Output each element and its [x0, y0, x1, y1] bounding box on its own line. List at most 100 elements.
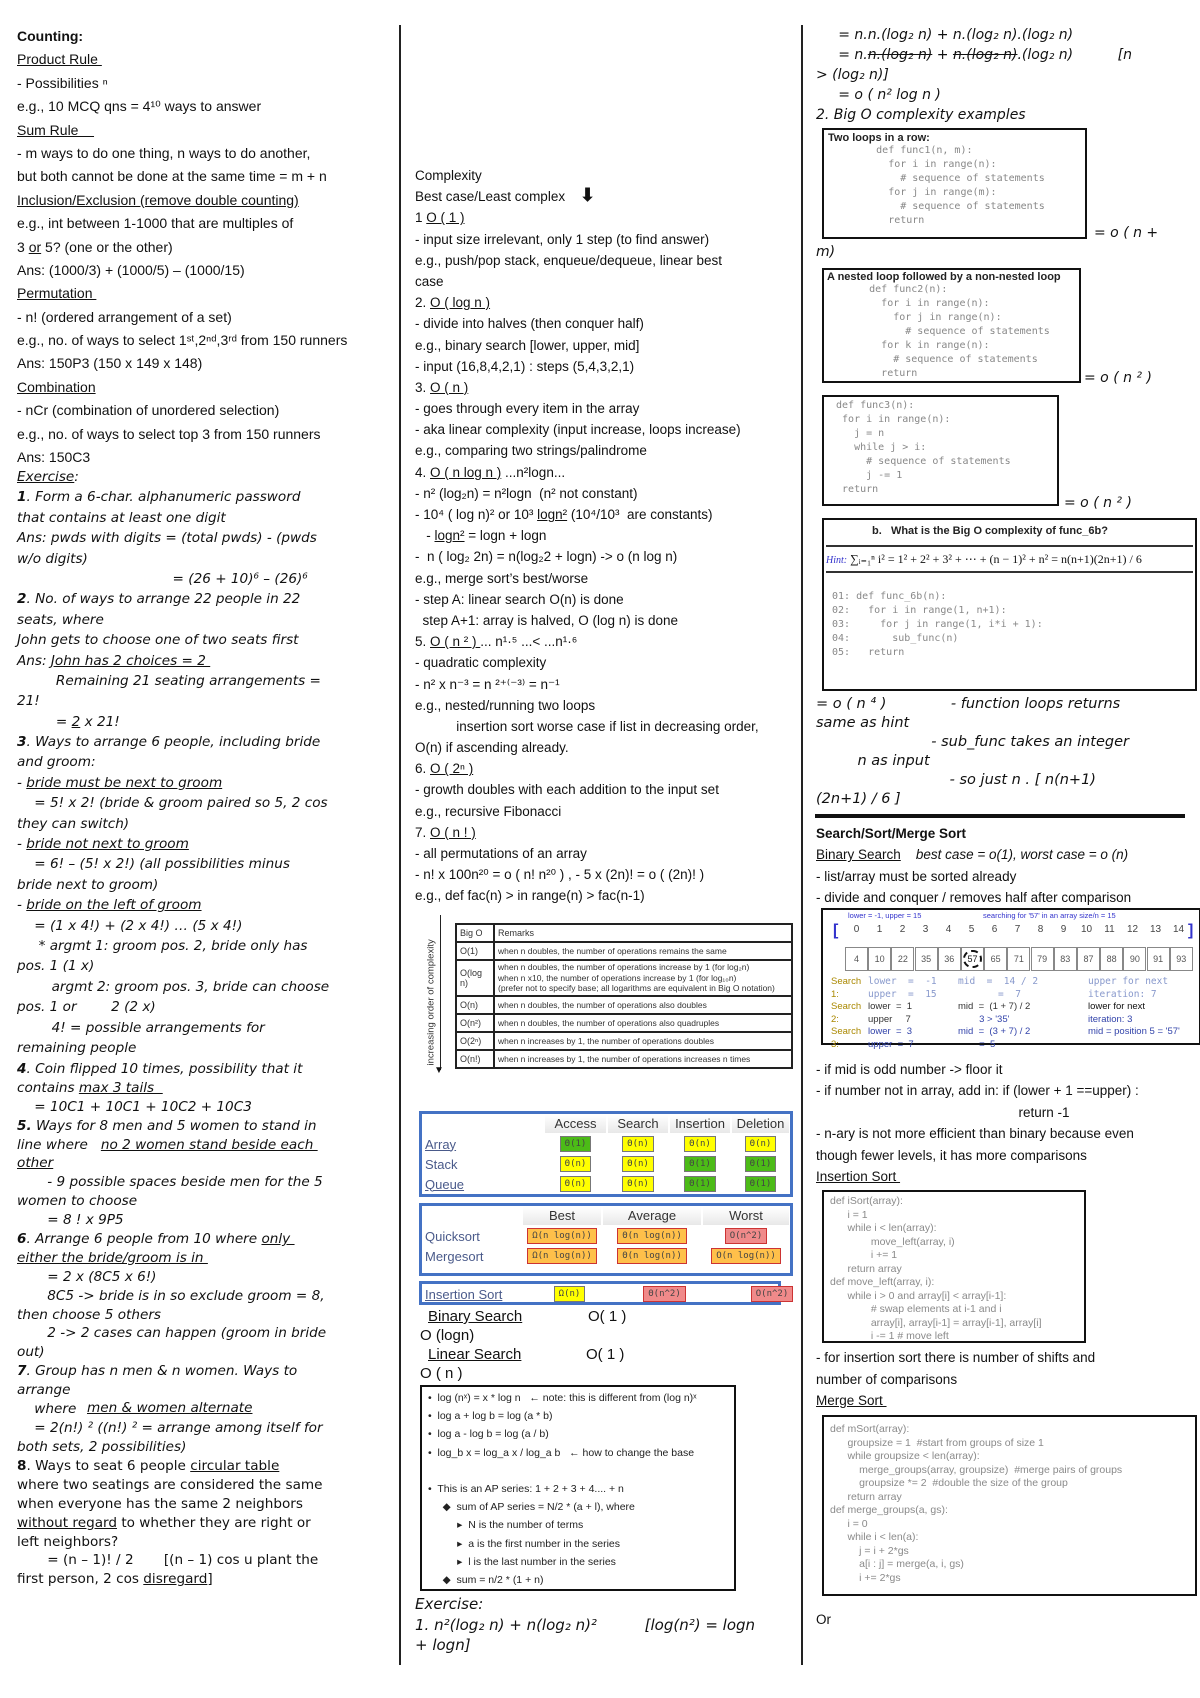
text-line: = 6! – (5! x 2!) (all possibilities minu…	[17, 856, 290, 873]
text-line: first person, 2 cos disregard]	[17, 1570, 323, 1589]
text-line: • log_b x = log_a x / log_a b ← how to c…	[428, 1446, 695, 1459]
code-line: return array	[830, 1262, 902, 1275]
text-line: without regard to whether they are right…	[17, 1514, 323, 1533]
text-line: Complexity	[415, 168, 482, 183]
code-box-nested-loop: A nested loop followed by a non-nested l…	[822, 268, 1081, 383]
table-row: Stack Θ(n) Θ(n) Θ(1) Θ(1)	[422, 1154, 790, 1174]
row-label: Insertion Sort	[425, 1286, 503, 1302]
text-line: number of comparisons	[816, 1371, 958, 1387]
emphasized-text: O ( 1 )	[426, 210, 465, 226]
table-row: O(2ⁿ) when n increases by 1, the number o…	[455, 1030, 793, 1051]
text-line: Merge Sort	[816, 1390, 1095, 1412]
emphasized-text: Counting:	[17, 28, 84, 44]
array-cell: 36	[937, 947, 961, 971]
text-line: = o ( n ⁴ ) - function loops returns	[816, 696, 1121, 712]
search-step-text: lower for next	[1088, 1001, 1146, 1012]
text-line: ▸ l is the last number in the series	[428, 1555, 616, 1568]
text-segment: 1	[415, 210, 427, 226]
text-line: 2. Big O complexity examples	[816, 107, 1026, 123]
text-segment: 7.	[415, 824, 431, 840]
linear-search-worst: O ( n )	[420, 1365, 463, 1382]
emphasized-text: Sum Rule	[17, 121, 95, 138]
text-line: - quadratic complexity	[415, 655, 547, 671]
emphasized-text: best case = o(1), worst case = o (n)	[915, 847, 1129, 863]
array-value: 83	[1060, 954, 1071, 964]
array-index: 2	[899, 924, 906, 935]
code-line: while i > 0 and array[i] < array[i-1]:	[830, 1289, 1007, 1302]
array-index: 12	[1126, 924, 1139, 935]
code-line: for i in range(n):	[827, 298, 990, 309]
text-line: = 8 ! x 9P5	[17, 1212, 124, 1229]
text-line: 4! = possible arrangements for	[17, 1019, 265, 1036]
text-line: e.g., push/pop stack, enqueue/dequeue, l…	[415, 252, 722, 268]
text-segment: ... n¹·⁵ ...< ...n¹·⁶	[480, 634, 578, 650]
complexity-cell: Θ(1)	[559, 1136, 592, 1152]
text-line: = (26 + 10)⁶ – (26)⁶	[17, 570, 308, 587]
complexity-cell: O(n log(n))	[711, 1248, 781, 1264]
text-line: Exercise:	[17, 467, 329, 487]
text-line: 3. O ( n )	[415, 377, 759, 398]
text-line: - n! x 100n²⁰ = o ( n! n²⁰ ) , - 5 x (2n…	[415, 867, 705, 883]
code-box-while-loop: def func3(n): for i in range(n): j = n w…	[822, 395, 1059, 506]
text-line: return -1	[816, 1104, 1070, 1120]
text-line: = 10C1 + 10C1 + 10C2 + 10C3	[17, 1098, 252, 1115]
text-segment: 4.	[415, 464, 431, 480]
text-line: Remaining 21 seating arrangements =	[17, 672, 321, 689]
code-block: def func2(n): for i in range(n): for j i…	[827, 283, 1076, 381]
array-cell: 71	[1007, 947, 1031, 971]
complexity-cell: Ω(n log(n))	[527, 1248, 597, 1264]
code-line: # sequence of statements	[827, 354, 1038, 365]
emphasized-text: Inclusion/Exclusion (remove double count…	[17, 191, 299, 208]
text-segment: - 10⁴ ( log n)² or 10³	[415, 507, 538, 522]
log-rules: • log (nˣ) = x * log n ← note: this is d…	[428, 1389, 697, 1589]
text-line: - goes through every item in the array	[415, 401, 640, 417]
array-cell: 88	[1100, 947, 1124, 971]
code-line: groupsize = 1 #start from groups of size…	[830, 1436, 1044, 1449]
remark-cell: when n doubles, the number of operations…	[493, 959, 793, 997]
text-line: 8C5 -> bride is in so exclude groom = 8,	[17, 1287, 325, 1304]
array-cell: 79	[1030, 947, 1054, 971]
text-line: + logn]	[415, 1636, 471, 1654]
array-index: 14	[1172, 924, 1185, 935]
emphasized-text: no 2 women stand beside each	[100, 1136, 318, 1153]
complexity-cell: Θ(n^2)	[643, 1286, 686, 1302]
table-row: Queue Θ(n) Θ(n) Θ(1) Θ(1)	[422, 1174, 790, 1194]
text-line: Combination	[17, 376, 347, 399]
text-line: = 2(n!) ² ((n!) ² = arrange among itself…	[17, 1419, 323, 1436]
code-line: def func1(n, m):	[828, 145, 973, 156]
array-index: 0	[853, 924, 860, 935]
increasing-complexity-axis: increasing order of complexity ▼	[418, 915, 448, 1080]
complexity-cell: Ω(n log(n))	[527, 1228, 597, 1244]
text-line: Permutation	[17, 282, 347, 305]
binary-search-worst: O (logn)	[420, 1327, 475, 1344]
text-line: - n² (log₂n) = n²logn (n² not constant)	[415, 485, 638, 501]
text-segment: -	[17, 774, 27, 791]
insertion-sort-code: def iSort(array): i = 1 while i < len(ar…	[830, 1195, 1042, 1344]
emphasized-text: bride not next to groom	[26, 836, 189, 853]
text-segment: . Arrange 6 people from 10 where	[26, 1231, 262, 1248]
text-line: 2 -> 2 cases can happen (groom in bride	[17, 1325, 327, 1342]
array-value: 71	[1013, 954, 1024, 964]
array-index: 1	[876, 924, 883, 935]
text-line: e.g., comparing two strings/palindrome	[415, 443, 647, 459]
search-step-text: 1:	[831, 988, 839, 1000]
array-index: 3	[922, 924, 929, 935]
table-row: O(n!) when n increases by 1, the number o…	[455, 1048, 793, 1069]
array-value: 87	[1083, 954, 1094, 964]
text-line: - step A: linear search O(n) is done	[415, 591, 624, 607]
text-segment: 6.	[415, 761, 431, 777]
complexity-exercise: Exercise: 1. n²(log₂ n) + n(log₂ n)² [log…	[415, 1594, 755, 1656]
column-header	[422, 1207, 522, 1225]
big-o-cell: O(n)	[455, 994, 495, 1015]
code-line: 05: return	[832, 647, 905, 658]
sort-complexity-table: Best Average Worst Quicksort Ω(n log(n)) Θ(n …	[419, 1203, 793, 1276]
table-row: Insertion Sort Ω(n) Θ(n^2) O(n^2)	[422, 1284, 794, 1304]
text-line: 5. Ways for 8 men and 5 women to stand i…	[17, 1117, 326, 1136]
hint: Hint: ∑ᵢ₌₁ⁿ i² = 1² + 2² + 3² + ⋯ + (n −…	[826, 545, 1193, 573]
box-title: A nested loop followed by a non-nested l…	[827, 271, 1061, 283]
code-line: return	[827, 368, 918, 379]
text-line: Ans: John has 2 choices = 2	[17, 651, 329, 671]
text-line: Inclusion/Exclusion (remove double count…	[17, 189, 347, 212]
search-step-text: Search	[831, 976, 862, 987]
text-segment: . Group has n men & n women. Ways to	[26, 1363, 298, 1380]
